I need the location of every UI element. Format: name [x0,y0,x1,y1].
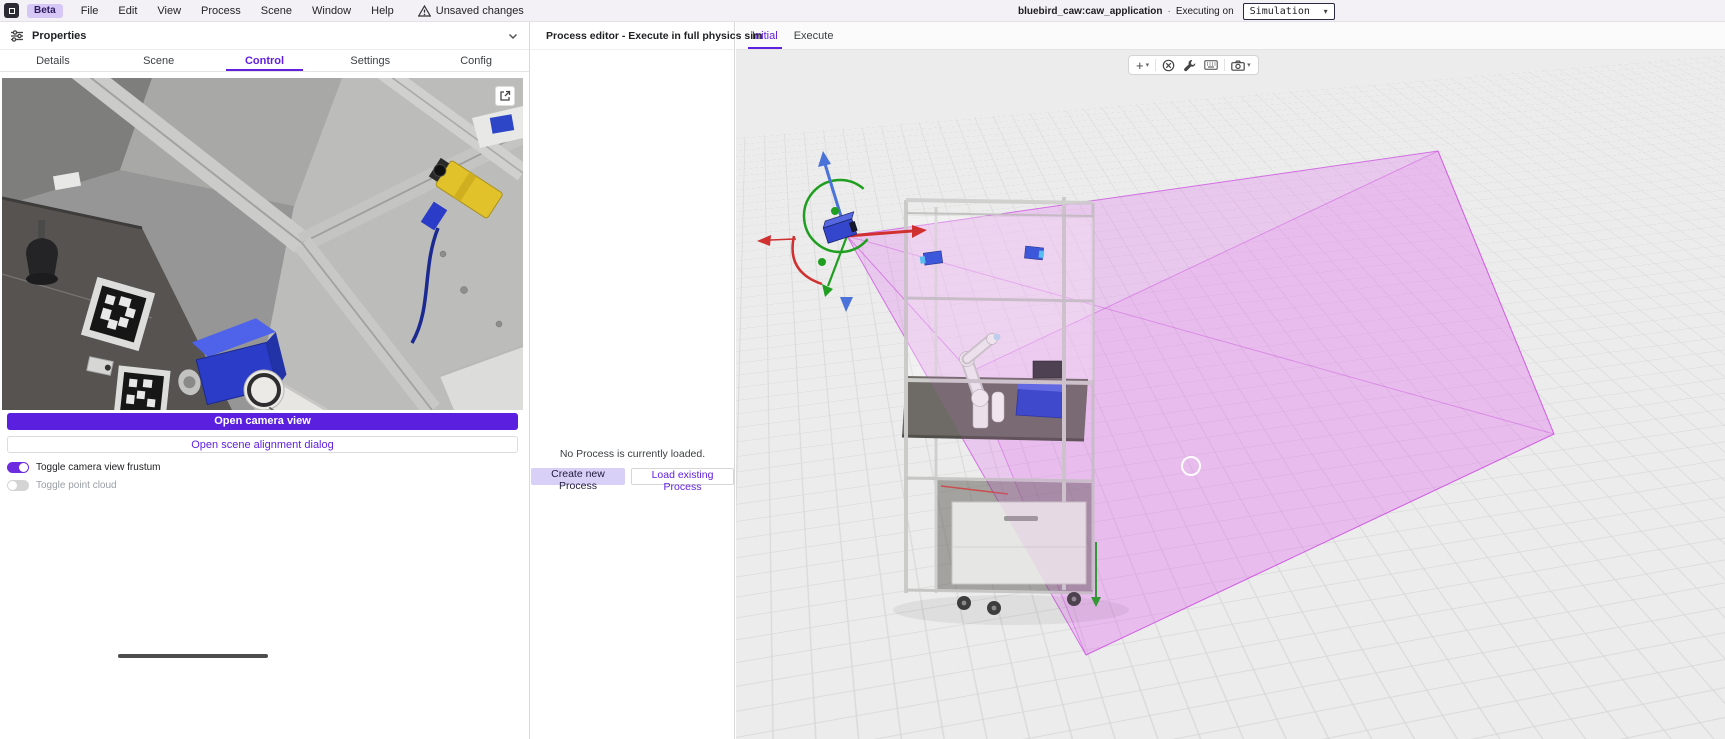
collapse-panel-button[interactable] [507,30,519,42]
no-process-message: No Process is currently loaded. [531,448,734,460]
executing-on-label: Executing on [1176,6,1234,17]
warning-icon [418,5,431,17]
chevron-down-icon: ▾ [1324,7,1328,16]
chevron-down-icon: ▾ [1146,61,1150,69]
camera-frustum-toggle[interactable] [7,462,29,473]
app-logo-icon [4,3,19,18]
chevron-down-icon: ▾ [1247,61,1251,69]
tab-execute[interactable]: Execute [786,23,842,49]
viewport-tabs: Initial Execute [736,22,1725,50]
create-new-process-button[interactable]: Create new Process [531,468,625,485]
menu-window[interactable]: Window [302,0,361,22]
apriltag-marker-2 [113,365,170,410]
properties-tabs: Details Scene Control Settings Config [0,50,529,72]
add-object-button[interactable]: + ▾ [1132,57,1153,73]
viewport-canvas[interactable]: + ▾ ▾ [736,50,1725,739]
process-editor-panel: Process editor - Execute in full physics… [531,22,735,739]
application-context: bluebird_caw:caw_application [1018,6,1162,17]
toggle-camera-frustum-row[interactable]: Toggle camera view frustum [7,461,161,473]
expand-camera-view-button[interactable] [495,86,515,106]
open-in-new-icon [499,90,511,102]
load-existing-process-button[interactable]: Load existing Process [631,468,734,485]
beta-badge: Beta [27,4,63,18]
process-editor-header: Process editor - Execute in full physics… [531,22,734,50]
menu-help[interactable]: Help [361,0,404,22]
wrench-icon [1183,59,1196,72]
properties-header: Properties [0,22,529,50]
tools-button[interactable] [1179,57,1200,73]
point-cloud-toggle[interactable] [7,480,29,491]
open-camera-view-button[interactable]: Open camera view [7,413,518,430]
keyboard-button[interactable] [1200,57,1222,73]
camera-preview-3d[interactable] [2,78,523,410]
keyboard-icon [1204,60,1218,70]
viewport-toolbar: + ▾ ▾ [1128,55,1259,75]
tab-scene[interactable]: Scene [106,50,212,71]
x-negative-arrow [757,235,771,246]
blue-handle-cone [840,297,853,312]
horizontal-scrollbar[interactable] [0,652,529,660]
unsaved-changes-status: Unsaved changes [418,5,524,17]
y-axis-arrow [822,284,833,297]
scene-render [736,50,1725,739]
environment-select[interactable]: Simulation ▾ [1243,3,1335,20]
tune-icon [10,29,24,43]
menu-scene[interactable]: Scene [251,0,302,22]
tab-control[interactable]: Control [212,50,318,71]
z-axis-arrow [818,151,831,167]
menu-edit[interactable]: Edit [108,0,147,22]
camera-icon [1231,60,1245,71]
chevron-down-icon [507,30,519,42]
menu-view[interactable]: View [147,0,191,22]
process-editor-title: Process editor - Execute in full physics… [546,30,763,42]
panel-title: Properties [32,30,86,42]
tab-settings[interactable]: Settings [317,50,423,71]
viewport-panel: Initial Execute [736,22,1725,739]
circle-x-icon [1162,59,1175,72]
properties-panel: Properties Details Scene Control Setting… [0,22,530,739]
tab-details[interactable]: Details [0,50,106,71]
camera-preview-render [2,78,523,410]
tab-config[interactable]: Config [423,50,529,71]
menu-file[interactable]: File [71,0,109,22]
camera-options-button[interactable]: ▾ [1227,57,1255,73]
menubar: Beta File Edit View Process Scene Window… [0,0,1725,22]
scrollbar-thumb[interactable] [118,654,268,658]
toggle-point-cloud-row: Toggle point cloud [7,479,117,491]
menu-process[interactable]: Process [191,0,251,22]
deselect-button[interactable] [1158,57,1179,73]
open-scene-alignment-button[interactable]: Open scene alignment dialog [7,436,518,453]
